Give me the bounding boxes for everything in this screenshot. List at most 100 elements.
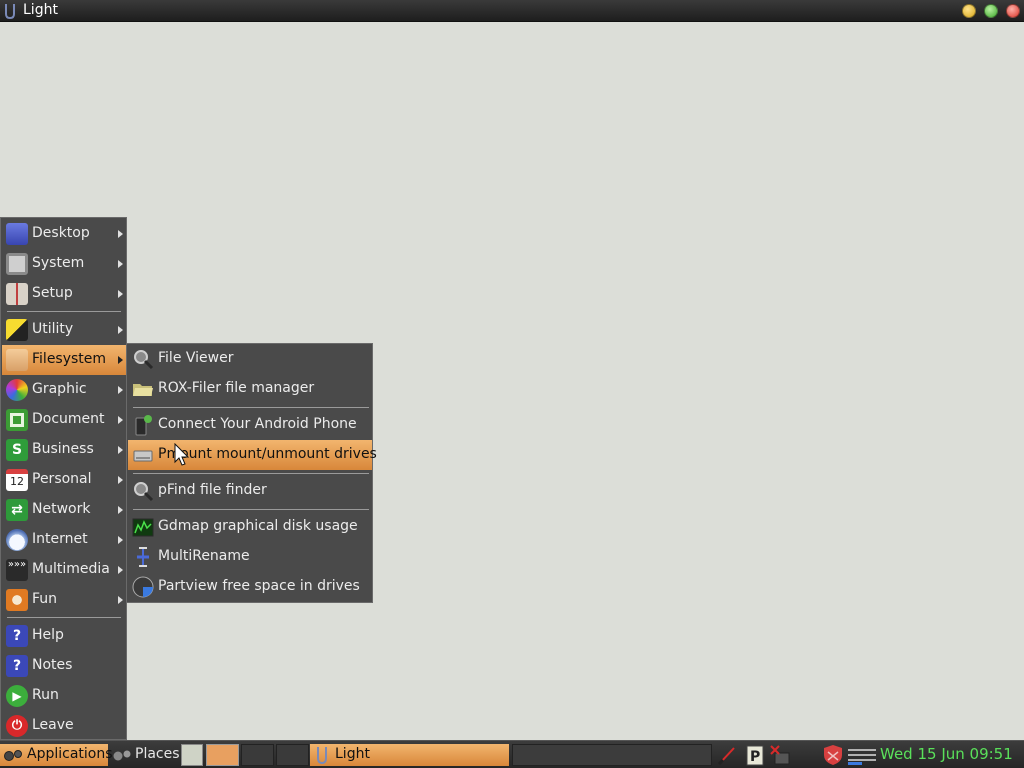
minimize-button[interactable] [962,4,976,18]
submenu-item-label: MultiRename [158,548,250,564]
submenu-item-pmount[interactable]: Pmount mount/unmount drives [128,440,377,470]
submenu-item-rox-filer[interactable]: ROX-Filer file manager [128,374,372,404]
menu-item-filesystem[interactable]: Filesystem [2,345,126,375]
submenu-item-file-viewer[interactable]: File Viewer [128,344,372,374]
applications-button[interactable]: Applications [0,744,113,766]
submenu-arrow-icon [118,230,123,238]
magnifier-icon [134,482,154,502]
menu-item-label: Fun [32,591,58,607]
mouse-cursor-icon [174,443,190,466]
submenu-arrow-icon [118,386,123,394]
menu-item-run[interactable]: ▶ Run [2,681,126,711]
places-label: Places [135,746,180,762]
taskbar: Applications Places Light P Wed 15 Jun 0… [0,740,1024,768]
submenu-arrow-icon [118,416,123,424]
volume-icon[interactable] [846,744,878,766]
android-phone-icon [135,415,152,436]
setup-icon [6,283,28,305]
submenu-item-gdmap[interactable]: Gdmap graphical disk usage [128,512,372,542]
workspace-3-button[interactable] [276,744,309,766]
menu-item-document[interactable]: Document [2,405,126,435]
desktop-icon [6,223,28,245]
menu-item-personal[interactable]: 12 Personal [2,465,126,495]
graphic-icon [6,379,28,401]
submenu-item-label: Gdmap graphical disk usage [158,518,358,534]
pen-icon[interactable] [716,744,738,766]
menu-item-label: Notes [32,657,73,673]
menu-item-label: Setup [32,285,73,301]
close-button[interactable] [1006,4,1020,18]
taskbar-window-label: Light [335,746,370,762]
menu-item-internet[interactable]: Internet [2,525,126,555]
menu-item-label: Run [32,687,59,703]
menu-item-label: System [32,255,85,271]
menu-item-notes[interactable]: ? Notes [2,651,126,681]
clipboard-icon[interactable]: P [744,744,766,766]
menu-item-label: Document [32,411,105,427]
menu-item-label: Internet [32,531,88,547]
notes-icon: ? [6,655,28,677]
drive-icon [133,450,153,462]
filesystem-submenu: File Viewer ROX-Filer file manager Conne… [126,343,377,603]
menu-item-setup[interactable]: Setup [2,279,126,309]
menu-item-label: Desktop [32,225,90,241]
submenu-arrow-icon [118,446,123,454]
menu-item-utility[interactable]: Utility [2,315,126,345]
submenu-arrow-icon [118,536,123,544]
menu-item-label: Filesystem [32,351,107,367]
menu-separator [7,617,121,618]
title-bar[interactable]: Light [0,0,1024,22]
taskbar-window-light[interactable]: Light [310,744,509,766]
submenu-item-label: Partview free space in drives [158,578,360,594]
menu-item-system[interactable]: System [2,249,126,279]
submenu-arrow-icon [118,596,123,604]
pie-icon [132,576,154,598]
taskbar-empty-slot[interactable] [512,744,712,766]
submenu-item-multirename[interactable]: MultiRename [128,542,372,572]
places-button[interactable]: Places [110,744,180,766]
network-icon: ⇄ [6,499,28,521]
multimedia-icon: »»» [6,559,28,581]
menu-item-label: Business [32,441,94,457]
menu-item-business[interactable]: S Business [2,435,126,465]
menu-item-label: Multimedia [32,561,110,577]
submenu-arrow-icon [118,566,123,574]
disk-map-icon [132,518,154,537]
submenu-item-android-phone[interactable]: Connect Your Android Phone [128,410,372,440]
cloud-icon [6,529,28,551]
menu-item-multimedia[interactable]: »»» Multimedia [2,555,126,585]
submenu-item-label: File Viewer [158,350,234,366]
submenu-item-partview[interactable]: Partview free space in drives [128,572,372,602]
submenu-item-label: pFind file finder [158,482,267,498]
help-icon: ? [6,625,28,647]
folder-open-icon [133,384,153,396]
submenu-item-label: Pmount mount/unmount drives [158,446,377,462]
business-icon: S [6,439,28,461]
menu-item-help[interactable]: ? Help [2,621,126,651]
submenu-arrow-icon [118,290,123,298]
menu-item-network[interactable]: ⇄ Network [2,495,126,525]
workspace-1-button[interactable] [206,744,239,766]
menu-item-fun[interactable]: Fun [2,585,126,615]
submenu-separator [133,509,369,510]
utility-icon [6,319,28,341]
menu-item-desktop[interactable]: Desktop [2,219,126,249]
show-desktop-button[interactable] [181,744,203,766]
folder-icon [6,349,28,371]
submenu-item-label: ROX-Filer file manager [158,380,315,396]
submenu-arrow-icon [118,356,123,364]
app-icon [317,747,327,764]
shield-icon[interactable] [822,744,844,766]
menu-item-graphic[interactable]: Graphic [2,375,126,405]
network-disconnected-icon[interactable] [769,744,791,766]
clock[interactable]: Wed 15 Jun 09:51 [880,745,1013,763]
puzzle-icon [6,589,28,611]
submenu-item-pfind[interactable]: pFind file finder [128,476,372,506]
submenu-item-label: Connect Your Android Phone [158,416,357,432]
menu-item-leave[interactable]: ⏻ Leave [2,711,126,741]
maximize-button[interactable] [984,4,998,18]
app-icon [5,4,15,19]
window-title: Light [23,2,58,18]
menu-item-label: Utility [32,321,74,337]
workspace-2-button[interactable] [241,744,274,766]
